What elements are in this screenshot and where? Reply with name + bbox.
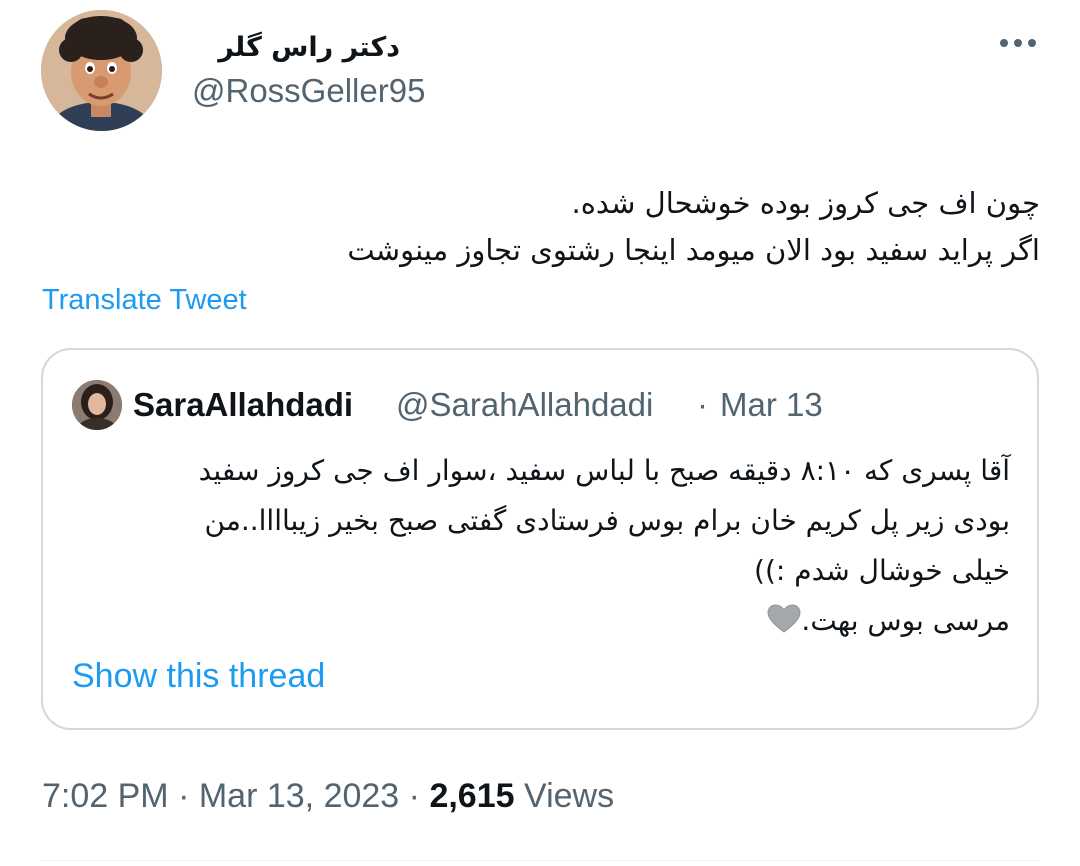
- more-horizontal-icon: [1000, 39, 1008, 47]
- quoted-tweet-date: Mar 13: [720, 386, 823, 423]
- translate-tweet-link[interactable]: Translate Tweet: [42, 282, 247, 318]
- tweet-meta: 7:02 PM · Mar 13, 2023 · 2,615 Views: [42, 774, 614, 818]
- divider: [41, 860, 1040, 861]
- author-handle[interactable]: @RossGeller95: [192, 70, 425, 112]
- tweet-text: چون اف جی کروز بوده خوشحال شده. اگر پرای…: [40, 180, 1040, 274]
- separator-dot: ·: [697, 386, 708, 423]
- quoted-text-line: بودی زیر پل کریم خان برام بوس فرستادی گف…: [204, 504, 1010, 537]
- author-display-name[interactable]: دکتر راس گلر: [160, 30, 400, 66]
- views-count: 2,615: [429, 777, 515, 815]
- quoted-author-handle: @SarahAllahdadi: [396, 386, 654, 423]
- tweet-date[interactable]: Mar 13, 2023: [199, 777, 399, 815]
- quoted-text-line: خیلی خوشال شدم :)): [754, 554, 1010, 587]
- quoted-author-avatar: [72, 380, 122, 430]
- separator-dot: ·: [408, 777, 420, 815]
- quoted-text-line-with-emoji: مرسی بوس بهت.: [90, 596, 1010, 646]
- tweet-time[interactable]: 7:02 PM: [42, 777, 169, 815]
- author-avatar[interactable]: [41, 10, 162, 131]
- quoted-tweet-text: آقا پسری که ۸:۱۰ دقیقه صبح با لباس سفید …: [90, 446, 1010, 646]
- separator-dot: ·: [178, 777, 190, 815]
- quoted-text-line: مرسی بوس بهت.: [801, 604, 1010, 637]
- quoted-author-name: SaraAllahdadi: [133, 386, 354, 423]
- tweet-text-line: چون اف جی کروز بوده خوشحال شده.: [571, 186, 1040, 220]
- views-label: Views: [524, 777, 615, 815]
- more-options-button[interactable]: [996, 26, 1040, 62]
- show-thread-link[interactable]: Show this thread: [72, 655, 325, 697]
- tweet-text-line: اگر پراید سفید بود الان میومد اینجا رشتو…: [347, 233, 1040, 267]
- grey-heart-icon: [767, 604, 801, 633]
- quoted-text-line: آقا پسری که ۸:۱۰ دقیقه صبح با لباس سفید …: [198, 454, 1010, 487]
